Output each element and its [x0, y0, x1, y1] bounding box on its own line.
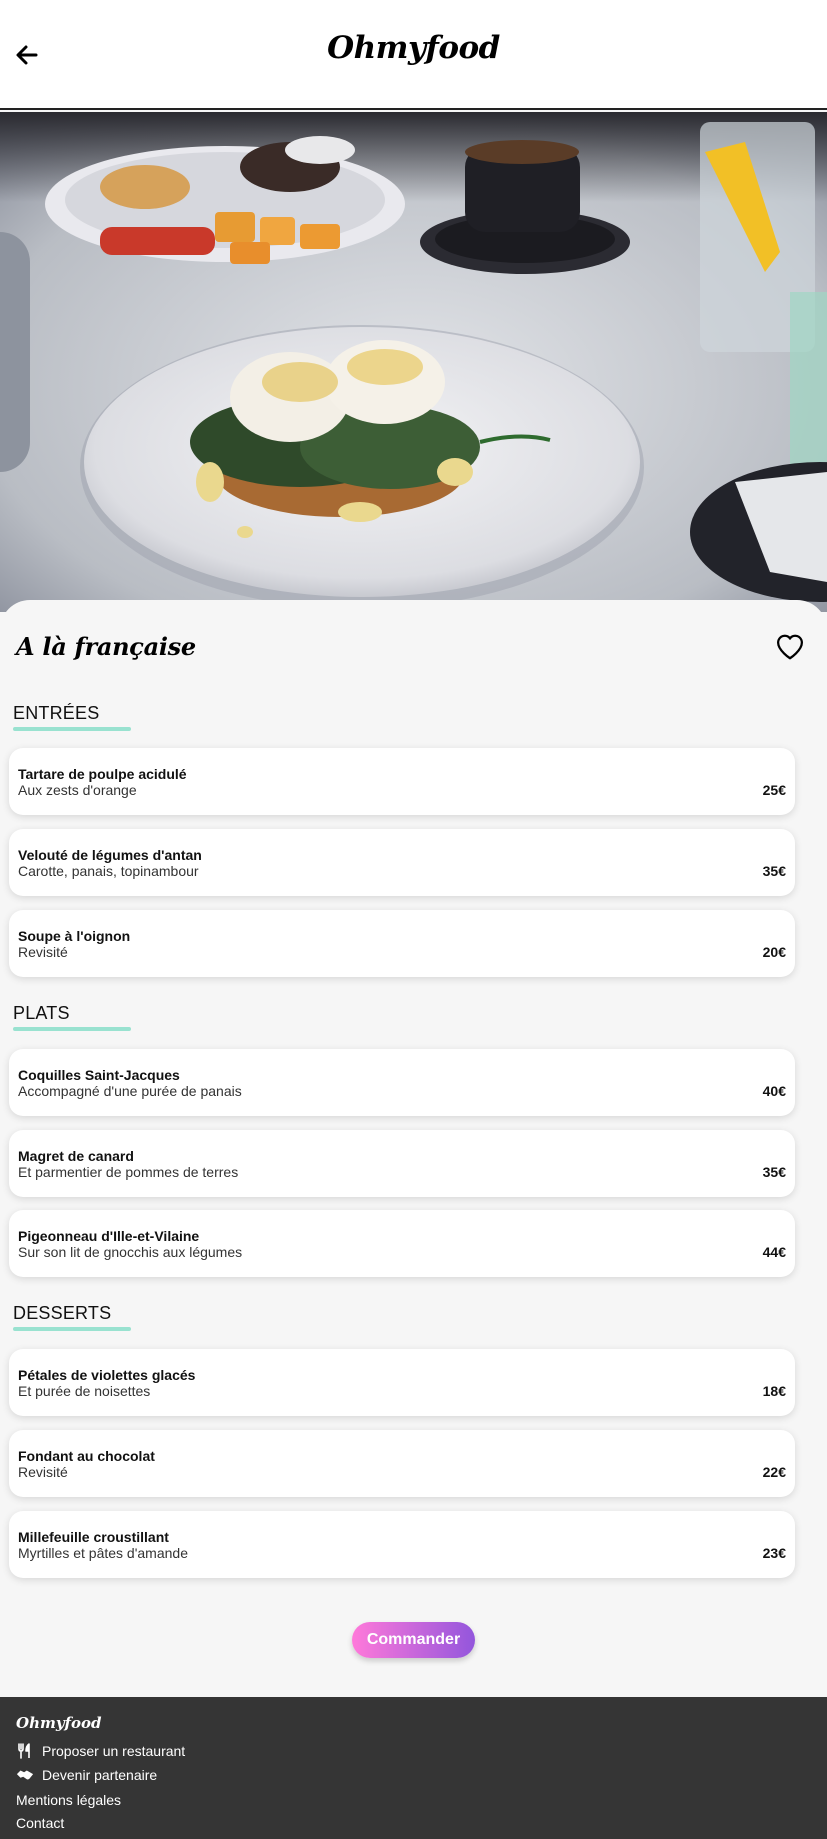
restaurant-title: A là française	[16, 632, 196, 661]
section-desserts: DESSERTS	[13, 1303, 131, 1331]
menu-item[interactable]: Magret de canard Et parmentier de pommes…	[9, 1130, 795, 1197]
footer-link-label: Contact	[16, 1815, 65, 1831]
section-title: ENTRÉES	[13, 703, 100, 723]
item-description: Revisité	[18, 1464, 68, 1480]
item-description: Sur son lit de gnocchis aux légumes	[18, 1244, 243, 1260]
menu-item[interactable]: Velouté de légumes d'antan Carotte, pana…	[9, 829, 795, 896]
menu-item[interactable]: Millefeuille croustillant Myrtilles et p…	[9, 1511, 795, 1578]
section-title: PLATS	[13, 1003, 70, 1023]
item-name: Pétales de violettes glacés	[18, 1367, 196, 1383]
footer-link-label: Mentions légales	[16, 1792, 122, 1808]
footer-link-contact[interactable]: Contact	[16, 1815, 64, 1831]
item-name: Pigeonneau d'Ille-et-Vilaine	[18, 1228, 200, 1244]
header: Ohmyfood	[0, 0, 827, 110]
section-plats: PLATS	[13, 1003, 131, 1031]
hero-image	[0, 112, 827, 612]
item-price: 23€	[762, 1545, 786, 1561]
item-price: 22€	[762, 1464, 786, 1480]
item-name: Tartare de poulpe acidulé	[18, 766, 187, 782]
favorite-button[interactable]	[775, 632, 807, 664]
item-description: Et purée de noisettes	[18, 1383, 151, 1399]
item-description: Aux zests d'orange	[18, 782, 137, 798]
menu-item[interactable]: Tartare de poulpe acidulé Aux zests d'or…	[9, 748, 795, 815]
item-price: 35€	[762, 1164, 786, 1180]
item-description: Accompagné d'une purée de panais	[18, 1083, 242, 1099]
section-entrees: ENTRÉES	[13, 703, 131, 731]
item-description: Et parmentier de pommes de terres	[18, 1164, 239, 1180]
order-button[interactable]: Commander	[352, 1622, 475, 1658]
footer-link-propose-restaurant[interactable]: Proposer un restaurant	[16, 1743, 185, 1759]
item-price: 20€	[762, 944, 786, 960]
item-description: Carotte, panais, topinambour	[18, 863, 199, 879]
item-price: 35€	[762, 863, 786, 879]
item-price: 44€	[762, 1244, 786, 1260]
menu-item[interactable]: Coquilles Saint-Jacques Accompagné d'une…	[9, 1049, 795, 1116]
footer: Ohmyfood Proposer un restaurant Devenir …	[0, 1697, 827, 1839]
restaurant-title-row: A là française	[16, 632, 811, 672]
footer-link-label: Proposer un restaurant	[42, 1743, 186, 1759]
menu-card: A là française ENTRÉES Tartare de poulpe…	[0, 600, 827, 1697]
item-description: Revisité	[18, 944, 68, 960]
item-name: Millefeuille croustillant	[18, 1529, 169, 1545]
brand-logo[interactable]: Ohmyfood	[0, 30, 827, 66]
section-underline	[13, 727, 131, 731]
footer-link-label: Devenir partenaire	[42, 1767, 158, 1783]
item-price: 18€	[762, 1383, 786, 1399]
menu-item[interactable]: Fondant au chocolat Revisité 22€	[9, 1430, 795, 1497]
utensils-icon	[16, 1743, 34, 1759]
section-underline	[13, 1327, 131, 1331]
heart-outline-icon	[777, 634, 803, 660]
item-name: Velouté de légumes d'antan	[18, 847, 202, 863]
section-underline	[13, 1027, 131, 1031]
item-price: 25€	[762, 782, 786, 798]
item-price: 40€	[762, 1083, 786, 1099]
menu-item[interactable]: Soupe à l'oignon Revisité 20€	[9, 910, 795, 977]
footer-link-become-partner[interactable]: Devenir partenaire	[16, 1767, 157, 1783]
item-description: Myrtilles et pâtes d'amande	[18, 1545, 188, 1561]
menu-item[interactable]: Pigeonneau d'Ille-et-Vilaine Sur son lit…	[9, 1210, 795, 1277]
item-name: Magret de canard	[18, 1148, 134, 1164]
handshake-icon	[16, 1767, 34, 1783]
item-name: Soupe à l'oignon	[18, 928, 131, 944]
menu-item[interactable]: Pétales de violettes glacés Et purée de …	[9, 1349, 795, 1416]
item-name: Fondant au chocolat	[18, 1448, 155, 1464]
section-title: DESSERTS	[13, 1303, 112, 1323]
item-name: Coquilles Saint-Jacques	[18, 1067, 180, 1083]
footer-brand[interactable]: Ohmyfood	[16, 1714, 102, 1732]
footer-link-legal[interactable]: Mentions légales	[16, 1792, 121, 1808]
